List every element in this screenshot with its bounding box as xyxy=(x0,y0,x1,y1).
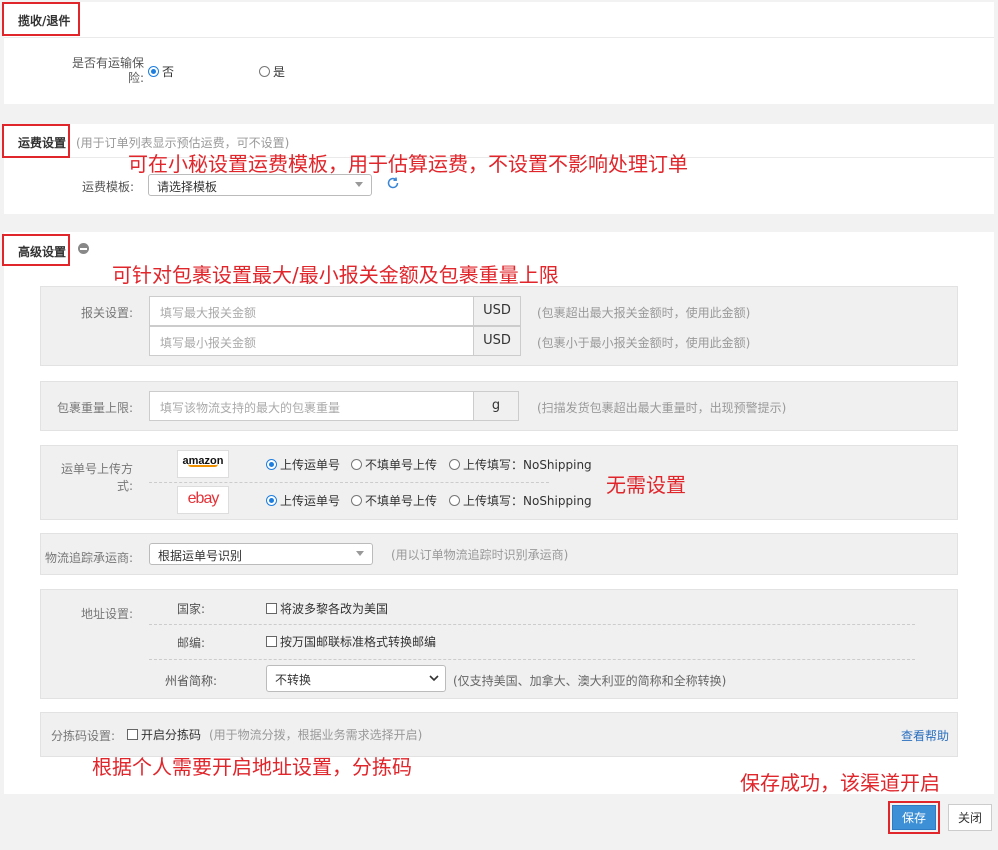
freight-title-highlight xyxy=(2,124,70,158)
sorting-hint: (用于物流分拨，根据业务需求选择开启) xyxy=(209,728,423,742)
weight-unit: g xyxy=(473,391,519,421)
amazon-logo: amazon xyxy=(177,450,229,478)
address-block: 地址设置: 国家: 将波多黎各改为美国 邮编: 按万国邮联标准格式转换邮编 州省… xyxy=(40,589,958,699)
amazon-noshipping-label: 上传填写：NoShipping xyxy=(463,458,592,472)
checkbox-unchecked-icon xyxy=(266,636,277,647)
freight-template-select[interactable]: 请选择模板 xyxy=(148,174,372,196)
state-hint: (仅支持美国、加拿大、澳大利亚的简称和全称转换) xyxy=(453,674,727,688)
state-select[interactable]: 不转换 xyxy=(266,665,446,692)
weight-label: 包裹重量上限: xyxy=(56,401,133,415)
country-option-label: 将波多黎各改为美国 xyxy=(280,602,389,616)
ebay-upload-number-radio[interactable]: 上传运单号 xyxy=(266,492,340,509)
country-label: 国家: xyxy=(176,602,205,616)
upload-block: 运单号上传方式: amazon 上传运单号 不填单号上传 上传填写：NoShip… xyxy=(40,445,958,520)
zip-checkbox[interactable]: 按万国邮联标准格式转换邮编 xyxy=(266,633,436,650)
receive-panel: 揽收/退件 是否有运输保险: 否 是 xyxy=(4,2,994,104)
sorting-option-label: 开启分拣码 xyxy=(141,728,202,742)
minus-circle-icon[interactable] xyxy=(78,243,89,254)
chevron-down-icon xyxy=(355,182,363,187)
customs-max-hint: (包裹超出最大报关金额时，使用此金额) xyxy=(537,306,751,320)
amazon-noshipping-radio[interactable]: 上传填写：NoShipping xyxy=(449,456,592,473)
customs-min-hint: (包裹小于最小报关金额时，使用此金额) xyxy=(537,336,751,350)
radio-unchecked-icon xyxy=(351,459,362,470)
state-label: 州省简称: xyxy=(164,674,217,688)
refresh-icon[interactable] xyxy=(386,176,400,190)
weight-block: 包裹重量上限: 填写该物流支持的最大的包裹重量 g (扫描发货包裹超出最大重量时… xyxy=(40,381,958,431)
chevron-down-icon xyxy=(429,675,439,682)
radio-unchecked-icon xyxy=(449,459,460,470)
upload-label: 运单号上传方式: xyxy=(60,462,133,493)
address-label: 地址设置: xyxy=(80,607,133,621)
customs-label: 报关设置: xyxy=(80,306,133,320)
zip-label: 邮编: xyxy=(176,636,205,650)
tracking-hint: (用以订单物流追踪时识别承运商) xyxy=(391,548,569,562)
radio-unchecked-icon xyxy=(449,495,460,506)
upload-note: 无需设置 xyxy=(606,473,686,497)
freight-note: 可在小秘设置运费模板，用于估算运费，不设置不影响处理订单 xyxy=(128,152,688,176)
radio-checked-icon xyxy=(266,495,277,506)
close-button[interactable]: 关闭 xyxy=(948,804,992,831)
insurance-no-radio[interactable]: 否 xyxy=(148,63,174,80)
address-divider-2 xyxy=(149,659,915,660)
advanced-title-highlight xyxy=(2,234,70,266)
radio-checked-icon xyxy=(266,459,277,470)
address-note: 根据个人需要开启地址设置，分拣码 xyxy=(92,755,412,779)
customs-max-input[interactable]: 填写最大报关金额 xyxy=(149,296,474,326)
radio-checked-icon xyxy=(148,66,159,77)
amazon-logo-text: amazon xyxy=(182,455,224,467)
weight-hint: (扫描发货包裹超出最大重量时，出现预警提示) xyxy=(537,401,787,415)
tracking-carrier-value: 根据运单号识别 xyxy=(158,549,243,563)
receive-panel-header: 揽收/退件 xyxy=(4,2,994,38)
sorting-label: 分拣码设置: xyxy=(50,729,115,743)
upload-divider xyxy=(149,482,549,483)
customs-block: 报关设置: 填写最大报关金额 USD (包裹超出最大报关金额时，使用此金额) 填… xyxy=(40,286,958,366)
address-divider-1 xyxy=(149,624,915,625)
sorting-checkbox[interactable]: 开启分拣码 xyxy=(127,726,201,743)
radio-unchecked-icon xyxy=(259,66,270,77)
tracking-label: 物流追踪承运商: xyxy=(44,551,133,565)
tracking-block: 物流追踪承运商: 根据运单号识别 (用以订单物流追踪时识别承运商) xyxy=(40,533,958,575)
ebay-upload-number-label: 上传运单号 xyxy=(280,494,341,508)
amazon-no-number-radio[interactable]: 不填单号上传 xyxy=(351,456,437,473)
receive-title-highlight xyxy=(2,2,80,36)
advanced-note: 可针对包裹设置最大/最小报关金额及包裹重量上限 xyxy=(112,263,559,287)
save-note: 保存成功，该渠道开启 xyxy=(740,771,940,795)
customs-min-currency: USD xyxy=(473,326,521,356)
weight-input[interactable]: 填写该物流支持的最大的包裹重量 xyxy=(149,391,474,421)
freight-template-value: 请选择模板 xyxy=(157,180,218,194)
help-link[interactable]: 查看帮助 xyxy=(901,727,949,744)
customs-max-currency: USD xyxy=(473,296,521,326)
ebay-no-number-radio[interactable]: 不填单号上传 xyxy=(351,492,437,509)
radio-unchecked-icon xyxy=(351,495,362,506)
save-button[interactable]: 保存 xyxy=(892,805,936,830)
insurance-label: 是否有运输保险: xyxy=(71,56,144,85)
ebay-no-number-label: 不填单号上传 xyxy=(365,494,438,508)
zip-option-label: 按万国邮联标准格式转换邮编 xyxy=(280,635,437,649)
amazon-no-number-label: 不填单号上传 xyxy=(365,458,438,472)
tracking-carrier-select[interactable]: 根据运单号识别 xyxy=(149,543,373,565)
amazon-upload-number-radio[interactable]: 上传运单号 xyxy=(266,456,340,473)
ebay-logo: ebay xyxy=(177,486,229,514)
customs-min-input[interactable]: 填写最小报关金额 xyxy=(149,326,474,356)
insurance-no-label: 否 xyxy=(162,65,175,79)
country-checkbox[interactable]: 将波多黎各改为美国 xyxy=(266,600,388,617)
chevron-down-icon xyxy=(356,551,364,556)
checkbox-unchecked-icon xyxy=(127,729,138,740)
insurance-yes-label: 是 xyxy=(273,65,286,79)
ebay-noshipping-radio[interactable]: 上传填写：NoShipping xyxy=(449,492,592,509)
checkbox-unchecked-icon xyxy=(266,603,277,614)
freight-template-label: 运费模板: xyxy=(81,180,134,194)
amazon-upload-number-label: 上传运单号 xyxy=(280,458,341,472)
ebay-logo-text: ebay xyxy=(187,490,220,507)
state-value: 不转换 xyxy=(275,673,312,687)
ebay-noshipping-label: 上传填写：NoShipping xyxy=(463,494,592,508)
insurance-yes-radio[interactable]: 是 xyxy=(259,63,285,80)
